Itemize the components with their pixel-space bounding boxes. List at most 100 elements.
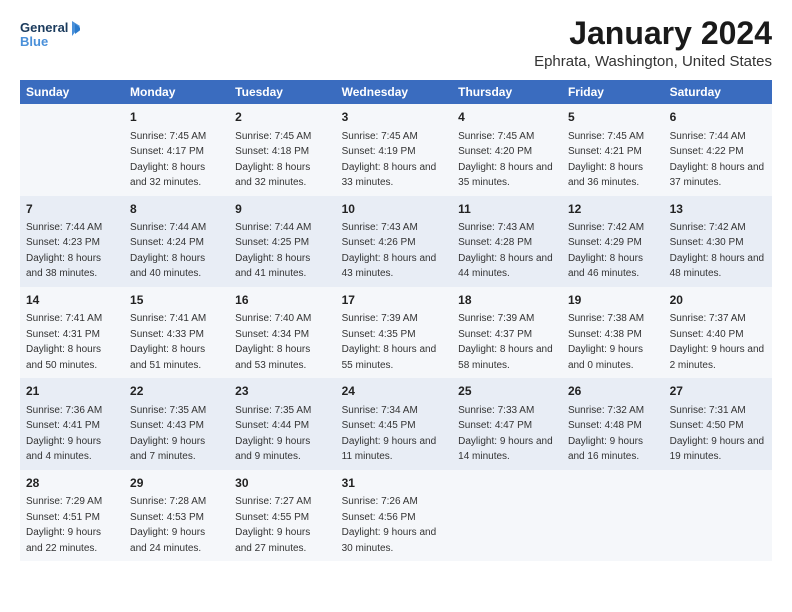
day-number: 26: [568, 383, 658, 400]
calendar-cell: 5 Sunrise: 7:45 AMSunset: 4:21 PMDayligh…: [562, 104, 664, 195]
calendar-cell: [452, 470, 562, 561]
calendar-page: General Blue January 2024 Ephrata, Washi…: [0, 0, 792, 612]
calendar-cell: 11 Sunrise: 7:43 AMSunset: 4:28 PMDaylig…: [452, 196, 562, 287]
calendar-cell: 31 Sunrise: 7:26 AMSunset: 4:56 PMDaylig…: [336, 470, 453, 561]
calendar-cell: 13 Sunrise: 7:42 AMSunset: 4:30 PMDaylig…: [664, 196, 772, 287]
day-details: Sunrise: 7:39 AMSunset: 4:35 PMDaylight:…: [342, 313, 437, 371]
calendar-cell: 1 Sunrise: 7:45 AMSunset: 4:17 PMDayligh…: [124, 104, 229, 195]
day-details: Sunrise: 7:45 AMSunset: 4:19 PMDaylight:…: [342, 131, 437, 189]
calendar-cell: 27 Sunrise: 7:31 AMSunset: 4:50 PMDaylig…: [664, 378, 772, 469]
day-details: Sunrise: 7:38 AMSunset: 4:38 PMDaylight:…: [568, 313, 644, 371]
day-number: 25: [458, 383, 556, 400]
day-number: 14: [26, 292, 118, 309]
svg-text:Blue: Blue: [20, 34, 48, 49]
calendar-cell: [664, 470, 772, 561]
day-number: 16: [235, 292, 329, 309]
day-details: Sunrise: 7:40 AMSunset: 4:34 PMDaylight:…: [235, 313, 311, 371]
calendar-cell: 2 Sunrise: 7:45 AMSunset: 4:18 PMDayligh…: [229, 104, 335, 195]
calendar-cell: [20, 104, 124, 195]
day-details: Sunrise: 7:44 AMSunset: 4:23 PMDaylight:…: [26, 222, 102, 280]
table-row: 28 Sunrise: 7:29 AMSunset: 4:51 PMDaylig…: [20, 470, 772, 561]
day-number: 28: [26, 475, 118, 492]
calendar-cell: 22 Sunrise: 7:35 AMSunset: 4:43 PMDaylig…: [124, 378, 229, 469]
day-details: Sunrise: 7:26 AMSunset: 4:56 PMDaylight:…: [342, 496, 437, 554]
day-details: Sunrise: 7:37 AMSunset: 4:40 PMDaylight:…: [670, 313, 765, 371]
calendar-cell: 25 Sunrise: 7:33 AMSunset: 4:47 PMDaylig…: [452, 378, 562, 469]
day-details: Sunrise: 7:42 AMSunset: 4:29 PMDaylight:…: [568, 222, 644, 280]
logo-svg: General Blue: [20, 16, 80, 56]
header: General Blue January 2024 Ephrata, Washi…: [20, 16, 772, 70]
day-number: 23: [235, 383, 329, 400]
calendar-cell: 9 Sunrise: 7:44 AMSunset: 4:25 PMDayligh…: [229, 196, 335, 287]
calendar-cell: 12 Sunrise: 7:42 AMSunset: 4:29 PMDaylig…: [562, 196, 664, 287]
day-number: 17: [342, 292, 447, 309]
calendar-cell: 7 Sunrise: 7:44 AMSunset: 4:23 PMDayligh…: [20, 196, 124, 287]
calendar-cell: 24 Sunrise: 7:34 AMSunset: 4:45 PMDaylig…: [336, 378, 453, 469]
day-details: Sunrise: 7:33 AMSunset: 4:47 PMDaylight:…: [458, 405, 553, 463]
day-details: Sunrise: 7:45 AMSunset: 4:21 PMDaylight:…: [568, 131, 644, 189]
day-details: Sunrise: 7:28 AMSunset: 4:53 PMDaylight:…: [130, 496, 206, 554]
day-details: Sunrise: 7:42 AMSunset: 4:30 PMDaylight:…: [670, 222, 765, 280]
day-details: Sunrise: 7:39 AMSunset: 4:37 PMDaylight:…: [458, 313, 553, 371]
calendar-cell: 28 Sunrise: 7:29 AMSunset: 4:51 PMDaylig…: [20, 470, 124, 561]
calendar-cell: 14 Sunrise: 7:41 AMSunset: 4:31 PMDaylig…: [20, 287, 124, 378]
day-details: Sunrise: 7:43 AMSunset: 4:26 PMDaylight:…: [342, 222, 437, 280]
day-number: 15: [130, 292, 223, 309]
col-friday: Friday: [562, 80, 664, 104]
day-number: 30: [235, 475, 329, 492]
calendar-cell: 26 Sunrise: 7:32 AMSunset: 4:48 PMDaylig…: [562, 378, 664, 469]
day-number: 20: [670, 292, 766, 309]
day-number: 24: [342, 383, 447, 400]
day-details: Sunrise: 7:45 AMSunset: 4:17 PMDaylight:…: [130, 131, 206, 189]
day-number: 8: [130, 201, 223, 218]
day-number: 18: [458, 292, 556, 309]
day-number: 1: [130, 109, 223, 126]
day-details: Sunrise: 7:44 AMSunset: 4:24 PMDaylight:…: [130, 222, 206, 280]
table-row: 1 Sunrise: 7:45 AMSunset: 4:17 PMDayligh…: [20, 104, 772, 195]
calendar-cell: 20 Sunrise: 7:37 AMSunset: 4:40 PMDaylig…: [664, 287, 772, 378]
day-number: 3: [342, 109, 447, 126]
day-number: 12: [568, 201, 658, 218]
calendar-cell: 18 Sunrise: 7:39 AMSunset: 4:37 PMDaylig…: [452, 287, 562, 378]
calendar-cell: 10 Sunrise: 7:43 AMSunset: 4:26 PMDaylig…: [336, 196, 453, 287]
calendar-cell: 23 Sunrise: 7:35 AMSunset: 4:44 PMDaylig…: [229, 378, 335, 469]
table-row: 7 Sunrise: 7:44 AMSunset: 4:23 PMDayligh…: [20, 196, 772, 287]
subtitle: Ephrata, Washington, United States: [534, 53, 772, 70]
day-details: Sunrise: 7:35 AMSunset: 4:44 PMDaylight:…: [235, 405, 311, 463]
calendar-cell: 3 Sunrise: 7:45 AMSunset: 4:19 PMDayligh…: [336, 104, 453, 195]
header-row: Sunday Monday Tuesday Wednesday Thursday…: [20, 80, 772, 104]
calendar-cell: 15 Sunrise: 7:41 AMSunset: 4:33 PMDaylig…: [124, 287, 229, 378]
col-tuesday: Tuesday: [229, 80, 335, 104]
calendar-cell: 19 Sunrise: 7:38 AMSunset: 4:38 PMDaylig…: [562, 287, 664, 378]
col-thursday: Thursday: [452, 80, 562, 104]
day-number: 21: [26, 383, 118, 400]
day-details: Sunrise: 7:29 AMSunset: 4:51 PMDaylight:…: [26, 496, 102, 554]
day-number: 13: [670, 201, 766, 218]
day-details: Sunrise: 7:31 AMSunset: 4:50 PMDaylight:…: [670, 405, 765, 463]
day-details: Sunrise: 7:41 AMSunset: 4:31 PMDaylight:…: [26, 313, 102, 371]
day-details: Sunrise: 7:32 AMSunset: 4:48 PMDaylight:…: [568, 405, 644, 463]
day-details: Sunrise: 7:41 AMSunset: 4:33 PMDaylight:…: [130, 313, 206, 371]
col-wednesday: Wednesday: [336, 80, 453, 104]
day-details: Sunrise: 7:27 AMSunset: 4:55 PMDaylight:…: [235, 496, 311, 554]
day-number: 7: [26, 201, 118, 218]
calendar-cell: 4 Sunrise: 7:45 AMSunset: 4:20 PMDayligh…: [452, 104, 562, 195]
day-number: 31: [342, 475, 447, 492]
calendar-table: Sunday Monday Tuesday Wednesday Thursday…: [20, 80, 772, 561]
day-number: 10: [342, 201, 447, 218]
calendar-cell: 8 Sunrise: 7:44 AMSunset: 4:24 PMDayligh…: [124, 196, 229, 287]
day-details: Sunrise: 7:45 AMSunset: 4:18 PMDaylight:…: [235, 131, 311, 189]
col-saturday: Saturday: [664, 80, 772, 104]
day-number: 22: [130, 383, 223, 400]
day-details: Sunrise: 7:35 AMSunset: 4:43 PMDaylight:…: [130, 405, 206, 463]
day-details: Sunrise: 7:45 AMSunset: 4:20 PMDaylight:…: [458, 131, 553, 189]
calendar-cell: 29 Sunrise: 7:28 AMSunset: 4:53 PMDaylig…: [124, 470, 229, 561]
day-details: Sunrise: 7:44 AMSunset: 4:25 PMDaylight:…: [235, 222, 311, 280]
day-number: 11: [458, 201, 556, 218]
col-monday: Monday: [124, 80, 229, 104]
svg-text:General: General: [20, 20, 68, 35]
col-sunday: Sunday: [20, 80, 124, 104]
title-block: January 2024 Ephrata, Washington, United…: [534, 16, 772, 70]
calendar-cell: 16 Sunrise: 7:40 AMSunset: 4:34 PMDaylig…: [229, 287, 335, 378]
calendar-cell: 21 Sunrise: 7:36 AMSunset: 4:41 PMDaylig…: [20, 378, 124, 469]
